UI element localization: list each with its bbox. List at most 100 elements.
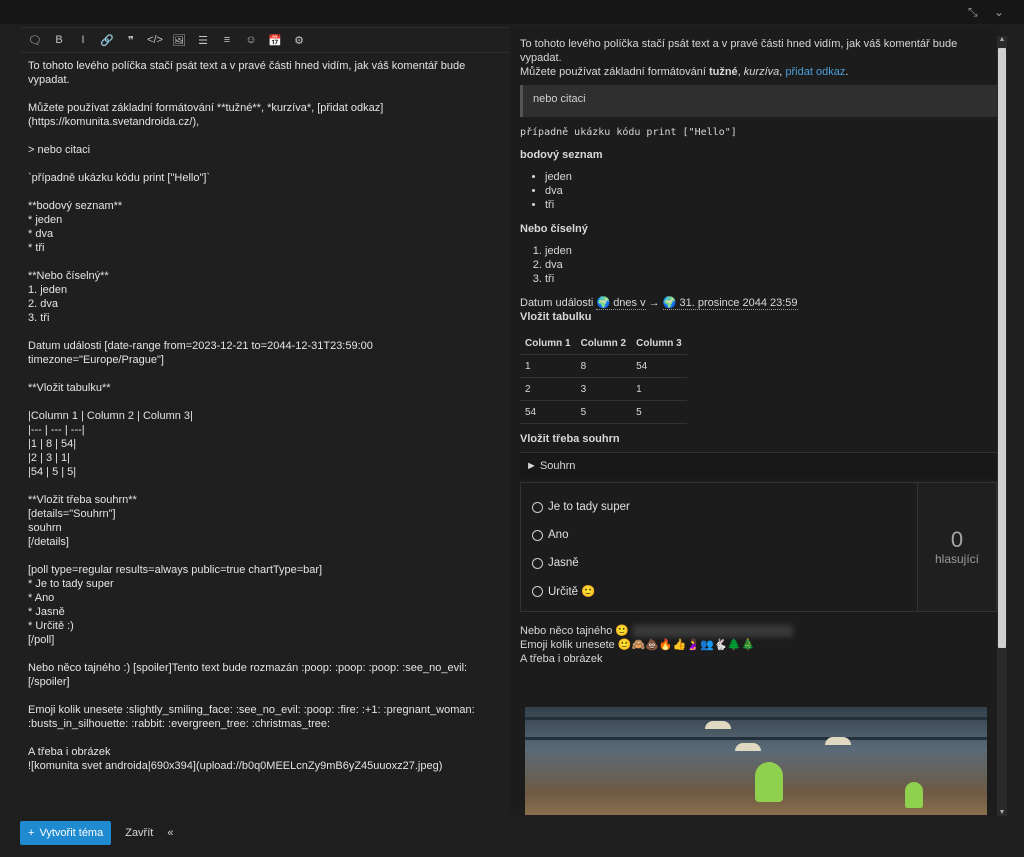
speech-bubble-icon[interactable]: 🗨 [26,31,44,49]
editor-line: Emoji kolik unesete :slightly_smiling_fa… [28,704,475,716]
poll: Je to tady super Ano Jasně Určitě 🙂 0 hl… [520,482,997,612]
add-link[interactable]: přidat odkaz [785,66,845,78]
title-bar: ⤡ ⌄ [0,0,1024,24]
emoji-icon[interactable]: ☺ [242,31,260,49]
numbered-list-icon[interactable]: ≡ [218,31,236,49]
voter-count: 0 [950,527,964,552]
intro-text: To tohoto levého políčka stačí psát text… [520,38,958,64]
voter-label: hlasující [934,552,980,566]
editor-line: * Určitě :) [28,620,74,632]
poll-option[interactable]: Určitě 🙂 [532,577,906,605]
android-figure [905,782,923,808]
android-figure [755,762,783,802]
image-beam [525,737,987,740]
close-button[interactable]: Zavřít [125,827,153,839]
radio-icon[interactable] [532,529,543,541]
preview-table: Column 1 Column 2 Column 3 1 8 54 231 54 5 5 [520,332,687,424]
editor-line: * tři [28,242,45,254]
table-row: 231 [520,377,687,401]
editor-line: * Je to tady super [28,578,114,590]
poll-voters: 0 hlasující [917,483,996,611]
editor-line: Můžete používat základní formátování **t… [28,102,384,114]
editor-line: |--- | --- | ---| [28,424,85,436]
radio-icon[interactable] [532,585,543,597]
create-topic-button[interactable]: + Vytvořit téma [20,821,112,845]
table-row: 1 8 54 [520,354,687,378]
image-lamp [735,743,761,751]
spoiler-blur[interactable] [633,625,794,638]
editor-line: Nebo něco tajného :) [spoiler]Tento text… [28,662,468,688]
italic-icon[interactable]: I [74,31,92,49]
bullet-heading: bodový seznam [520,149,603,161]
editor-line: |Column 1 | Column 2 | Column 3| [28,410,193,422]
calendar-icon[interactable]: 📅 [266,31,284,49]
list-item: dva [545,184,997,198]
markdown-editor[interactable]: 🗨 B I 🔗 ❞ </> 🖼 ☰ ≡ ☺ 📅 ⚙ To tohoto levého políčka … [20,27,509,816]
editor-line: |54 | 5 | 5| [28,466,77,478]
list-item: tři [545,198,997,212]
scroll-thumb[interactable] [998,48,1006,648]
date-from[interactable]: 🌍 dnes v [596,297,646,310]
editor-toolbar: 🗨 B I 🔗 ❞ </> 🖼 ☰ ≡ ☺ 📅 ⚙ [20,28,509,53]
preview-image[interactable] [525,707,987,815]
emoji-line: Emoji kolik unesete 🙂🙈💩🔥👍🤰👥🐇🌲🎄 [520,639,755,651]
editor-line: * Jasně [28,606,65,618]
editor-line: ![komunita svet androida|690x394](upload… [28,760,443,772]
editor-line: 3. tři [28,312,50,324]
details-heading: Vložit třeba souhrn [520,433,620,445]
editor-line: :busts_in_silhouette: :rabbit: :evergree… [28,718,331,730]
code-icon[interactable]: </> [146,31,164,49]
collapse-button[interactable]: « [167,827,173,839]
editor-line: Datum události [date-range from=2023-12-… [28,340,376,366]
quote-icon[interactable]: ❞ [122,31,140,49]
inline-code: případně ukázku kódu print ["Hello"] [520,127,737,138]
radio-icon[interactable] [532,557,543,569]
list-item: jeden [545,170,997,184]
scroll-up-icon[interactable]: ▲ [997,36,1007,43]
poll-option[interactable]: Jasně [532,549,906,577]
bullet-list-icon[interactable]: ☰ [194,31,212,49]
image-beam [525,717,987,720]
preview-scrollbar[interactable]: ▲ ▼ [997,36,1007,816]
link-icon[interactable]: 🔗 [98,31,116,49]
editor-line: * dva [28,228,54,240]
numbered-heading: Nebo číselný [520,223,588,235]
editor-line: **bodový seznam** [28,200,123,212]
collapse-icon[interactable]: ⤡ [968,5,978,20]
date-to[interactable]: 🌍 31. prosince 2044 23:59 [662,297,798,310]
editor-line: `případně ukázku kódu print ["Hello"]` [28,172,211,184]
radio-icon[interactable] [532,501,543,513]
editor-line: [/poll] [28,634,55,646]
chevron-down-icon[interactable]: ⌄ [994,5,1004,19]
numbered-list: jeden dva tři [520,244,997,286]
editor-line: **Nebo číselný** [28,270,109,282]
details-summary[interactable]: ► Souhrn [520,452,997,479]
image-lamp [825,737,851,745]
preview-pane: To tohoto levého políčka stačí psát text… [511,27,997,815]
poll-option[interactable]: Ano [532,521,906,549]
editor-line: * Ano [28,592,55,604]
editor-line: A třeba i obrázek [28,746,111,758]
image-caption: A třeba i obrázek [520,653,603,665]
plus-icon: + [28,827,35,839]
format-text: Můžete používat základní formátování tuž… [520,66,849,78]
editor-line: 2. dva [28,298,58,310]
image-icon[interactable]: 🖼 [170,31,188,49]
gear-icon[interactable]: ⚙ [290,31,308,49]
bold-icon[interactable]: B [50,31,68,49]
editor-textarea[interactable]: To tohoto levého políčka stačí psát text… [20,53,509,779]
scroll-down-icon[interactable]: ▼ [997,809,1007,816]
poll-option[interactable]: Je to tady super [532,493,906,521]
list-item: tři [545,272,997,286]
blockquote: nebo citaci [520,85,997,117]
